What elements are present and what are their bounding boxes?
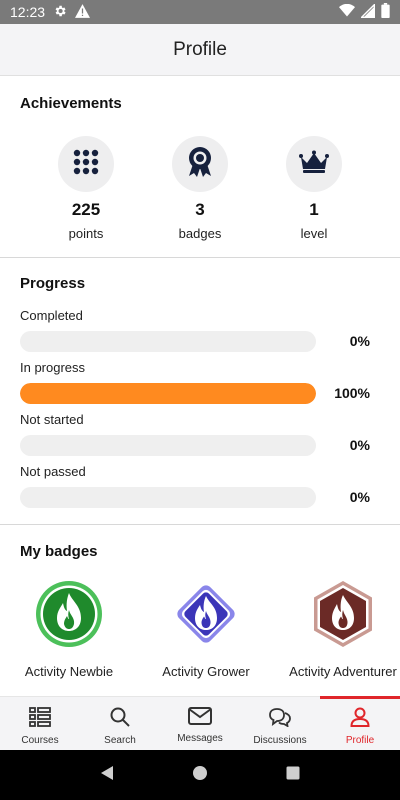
badge-name: Activity Adventurer bbox=[289, 664, 397, 679]
nav-label: Courses bbox=[21, 735, 59, 746]
search-icon bbox=[110, 707, 130, 732]
progress-row-completed: Completed 0% bbox=[20, 308, 380, 354]
home-circle-icon[interactable] bbox=[192, 765, 208, 786]
achievement-points: 225 points bbox=[36, 136, 136, 241]
progress-track bbox=[20, 383, 316, 404]
points-value: 225 bbox=[71, 200, 101, 219]
nav-label: Discussions bbox=[253, 735, 307, 746]
grid-dots-icon bbox=[73, 149, 99, 180]
badges-value: 3 bbox=[195, 200, 205, 219]
achievement-level: 1 level bbox=[264, 136, 364, 241]
badge-name: Activity Newbie bbox=[24, 664, 114, 679]
my-badges-section: My badges Activity Newbie Activity Growe… bbox=[0, 525, 400, 696]
nav-label: Search bbox=[104, 735, 136, 746]
nav-label: Profile bbox=[345, 735, 375, 746]
badge-activity-newbie[interactable]: Activity Newbie bbox=[4, 580, 134, 681]
progress-section: Progress Completed 0% In progress 100% N… bbox=[0, 258, 400, 525]
progress-row-in-progress: In progress 100% bbox=[20, 360, 380, 406]
progress-track bbox=[20, 487, 316, 508]
profile-content[interactable]: Achievements 225 points 3 badges 1 level… bbox=[0, 76, 400, 696]
achievement-badges: 3 badges bbox=[150, 136, 250, 241]
progress-row-not-started: Not started 0% bbox=[20, 412, 380, 458]
app-bar: Profile bbox=[0, 24, 400, 76]
progress-percent: 0% bbox=[349, 489, 370, 505]
progress-track bbox=[20, 331, 316, 352]
my-badges-title: My badges bbox=[20, 543, 98, 560]
progress-label: Completed bbox=[20, 308, 83, 323]
bottom-nav: Courses Search Messages Discussions Prof… bbox=[0, 696, 400, 750]
envelope-icon bbox=[188, 707, 212, 730]
level-value: 1 bbox=[309, 200, 319, 219]
progress-label: Not passed bbox=[20, 464, 86, 479]
progress-label: In progress bbox=[20, 360, 86, 375]
flame-badge-circle-icon bbox=[36, 581, 102, 647]
battery-icon bbox=[381, 3, 390, 21]
points-label: points bbox=[68, 226, 104, 241]
progress-percent: 0% bbox=[349, 437, 370, 453]
badge-activity-adventurer[interactable]: Activity Adventurer bbox=[278, 580, 400, 681]
flame-badge-diamond-icon bbox=[177, 585, 235, 643]
flame-badge-hexagon-icon bbox=[314, 581, 372, 647]
nav-courses[interactable]: Courses bbox=[0, 697, 80, 750]
level-label: level bbox=[300, 226, 328, 241]
progress-percent: 100% bbox=[334, 385, 370, 401]
nav-label: Messages bbox=[177, 733, 223, 744]
progress-percent: 0% bbox=[349, 333, 370, 349]
achievements-title: Achievements bbox=[20, 95, 122, 112]
achievements-section: Achievements 225 points 3 badges 1 level bbox=[0, 76, 400, 258]
back-triangle-icon[interactable] bbox=[99, 765, 115, 786]
progress-title: Progress bbox=[20, 275, 86, 292]
alert-icon bbox=[75, 3, 91, 21]
progress-row-not-passed: Not passed 0% bbox=[20, 464, 380, 510]
status-bar: 12:23 bbox=[0, 0, 400, 24]
badge-name: Activity Grower bbox=[162, 664, 250, 679]
nav-search[interactable]: Search bbox=[80, 697, 160, 750]
status-time: 12:23 bbox=[10, 4, 46, 20]
settings-gear-icon bbox=[53, 4, 67, 21]
badge-activity-grower[interactable]: Activity Grower bbox=[141, 580, 271, 681]
signal-icon bbox=[360, 2, 375, 21]
courses-icon bbox=[29, 707, 51, 732]
chat-bubbles-icon bbox=[268, 707, 292, 732]
progress-label: Not started bbox=[20, 412, 84, 427]
recents-square-icon[interactable] bbox=[285, 765, 301, 786]
person-icon bbox=[350, 707, 370, 732]
crown-icon bbox=[299, 150, 329, 179]
page-title: Profile bbox=[173, 38, 227, 60]
progress-track bbox=[20, 435, 316, 456]
system-nav-bar bbox=[0, 750, 400, 800]
nav-profile[interactable]: Profile bbox=[320, 696, 400, 750]
badges-label: badges bbox=[178, 226, 222, 241]
progress-fill bbox=[20, 383, 316, 404]
medal-icon bbox=[186, 146, 214, 183]
wifi-icon bbox=[339, 3, 355, 20]
nav-messages[interactable]: Messages bbox=[160, 697, 240, 750]
nav-discussions[interactable]: Discussions bbox=[240, 697, 320, 750]
